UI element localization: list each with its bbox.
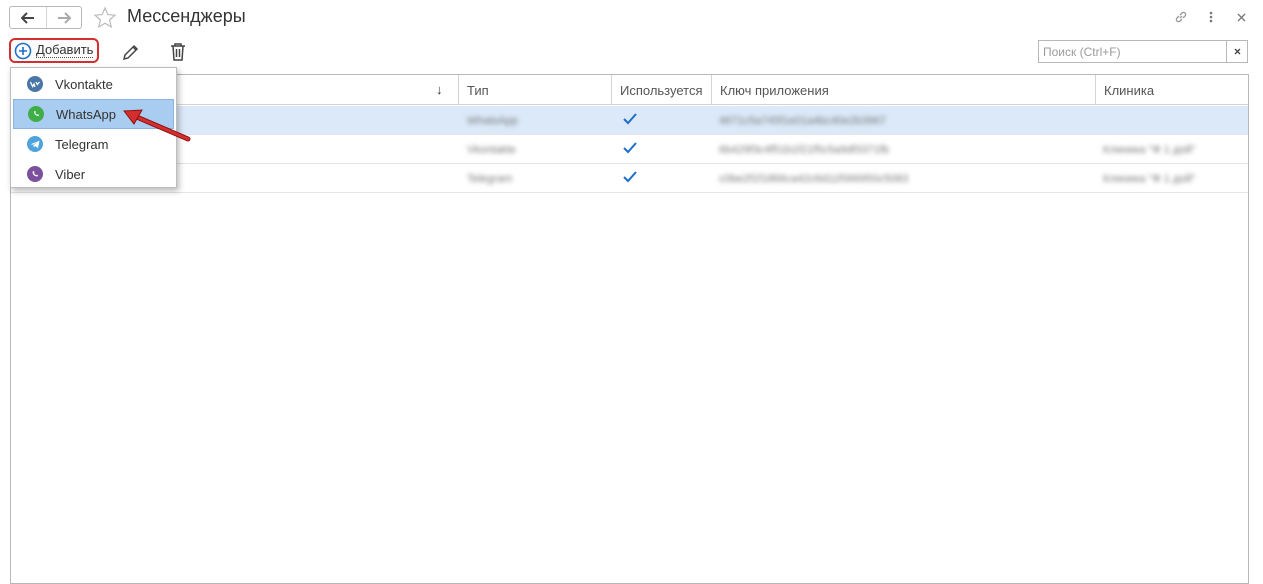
vk-icon [27,76,43,92]
checkmark-icon [623,171,637,183]
add-button[interactable]: Добавить [9,38,99,63]
key-cell: 6b429f3c4f51b1f21f5c5a9df3371fb [719,143,890,156]
column-clinic-header[interactable]: Клиника [1095,75,1248,105]
add-dropdown-menu: Vkontakte WhatsApp Telegram Viber [10,67,177,188]
arrow-left-icon [20,11,34,24]
viber-icon [27,166,43,182]
type-cell: Telegram [467,172,513,185]
clear-search-button[interactable] [1226,41,1247,62]
type-cell: WhatsApp [467,114,518,127]
arrow-right-icon [57,11,71,24]
page-title: Мессенджеры [127,6,246,26]
key-cell: c0be2f1f1866ca42c6d11f066950c5083 [719,172,909,185]
checkmark-icon [623,113,637,125]
table-header: ↓ Тип Используется Ключ приложения Клини… [11,75,1248,105]
table-row[interactable]: Vkontakte 6b429f3c4f51b1f21f5c5a9df3371f… [11,135,1248,164]
telegram-icon [27,136,43,152]
key-cell: 4671c5a745f1e01a4bc40e2b3967 [719,114,886,127]
menu-item-label: Vkontakte [55,76,113,92]
trash-icon [171,43,185,61]
table-row[interactable]: Telegram c0be2f1f1866ca42c6d11f066950c50… [11,164,1248,193]
pencil-icon [122,44,139,61]
menu-item-label: Telegram [55,136,109,152]
add-button-label: Добавить [36,42,94,58]
nav-group [9,6,82,29]
table-row[interactable]: WhatsApp 4671c5a745f1e01a4bc40e2b3967 [11,106,1248,135]
close-icon[interactable] [1233,8,1249,26]
type-cell: Vkontakte [467,143,516,156]
menu-item-telegram[interactable]: Telegram [11,129,176,159]
forward-button[interactable] [45,7,82,28]
toolbar: Добавить [0,38,1263,66]
whatsapp-icon [28,106,44,122]
search-box [1038,40,1248,63]
search-input[interactable] [1039,41,1226,62]
favorite-star-icon[interactable] [93,6,117,30]
menu-item-whatsapp[interactable]: WhatsApp [13,99,174,129]
window-controls [1173,8,1249,26]
column-type-header[interactable]: Тип [458,75,611,105]
more-menu-icon[interactable] [1203,8,1219,26]
sort-down-icon: ↓ [436,82,443,97]
menu-item-label: Viber [55,166,86,182]
edit-button[interactable] [120,41,142,63]
clinic-cell: Клиника "Ф 1 дой" [1103,172,1196,185]
title-bar: Мессенджеры [0,0,1263,36]
clinic-cell: Клиника "Ф 1 дой" [1103,143,1196,156]
messengers-table: ↓ Тип Используется Ключ приложения Клини… [10,74,1249,584]
delete-button[interactable] [167,41,189,63]
column-used-header[interactable]: Используется [611,75,711,105]
link-icon[interactable] [1173,8,1189,26]
checkmark-icon [623,142,637,154]
back-button[interactable] [10,7,46,28]
menu-item-viber[interactable]: Viber [11,159,176,189]
close-icon [1234,48,1240,55]
column-key-header[interactable]: Ключ приложения [711,75,1095,105]
menu-item-label: WhatsApp [56,106,116,122]
plus-circle-icon [14,42,32,59]
menu-item-vkontakte[interactable]: Vkontakte [11,69,176,99]
